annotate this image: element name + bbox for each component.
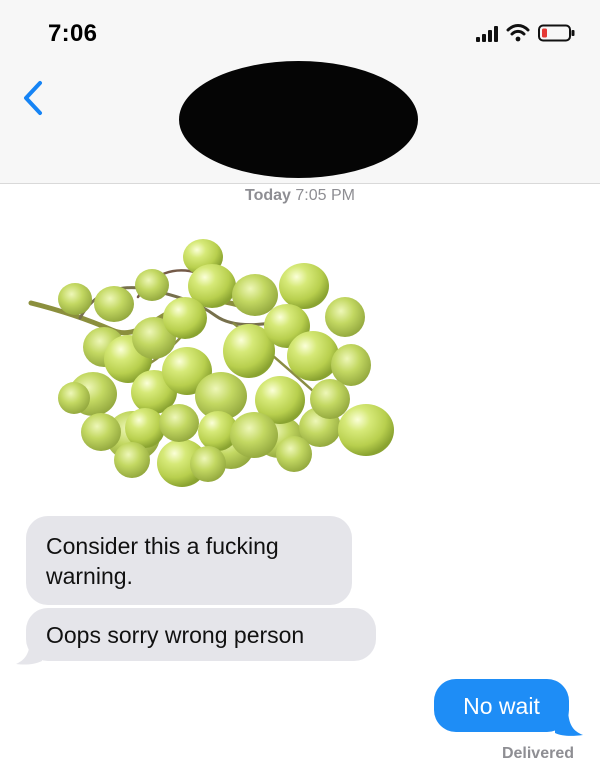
redacted-contact-name[interactable]	[179, 61, 418, 178]
incoming-message-warning[interactable]: Consider this a fucking warning.	[26, 516, 352, 605]
grapes-photo-message[interactable]	[28, 228, 408, 498]
delivery-status: Delivered	[501, 745, 574, 762]
status-icons	[476, 24, 576, 42]
wifi-icon	[506, 24, 530, 42]
status-time: 7:06	[48, 20, 98, 47]
timestamp-day: Today	[245, 187, 291, 204]
cellular-signal-icon	[476, 26, 498, 42]
message-timestamp: Today 7:05 PM	[0, 187, 600, 205]
chevron-left-icon[interactable]	[16, 78, 50, 118]
battery-icon	[538, 24, 576, 42]
outgoing-message-no-wait[interactable]: No wait	[434, 679, 569, 732]
timestamp-time: 7:05 PM	[295, 187, 355, 204]
incoming-message-wrong-person[interactable]: Oops sorry wrong person	[26, 608, 376, 661]
conversation-header: 7:06	[0, 0, 600, 184]
